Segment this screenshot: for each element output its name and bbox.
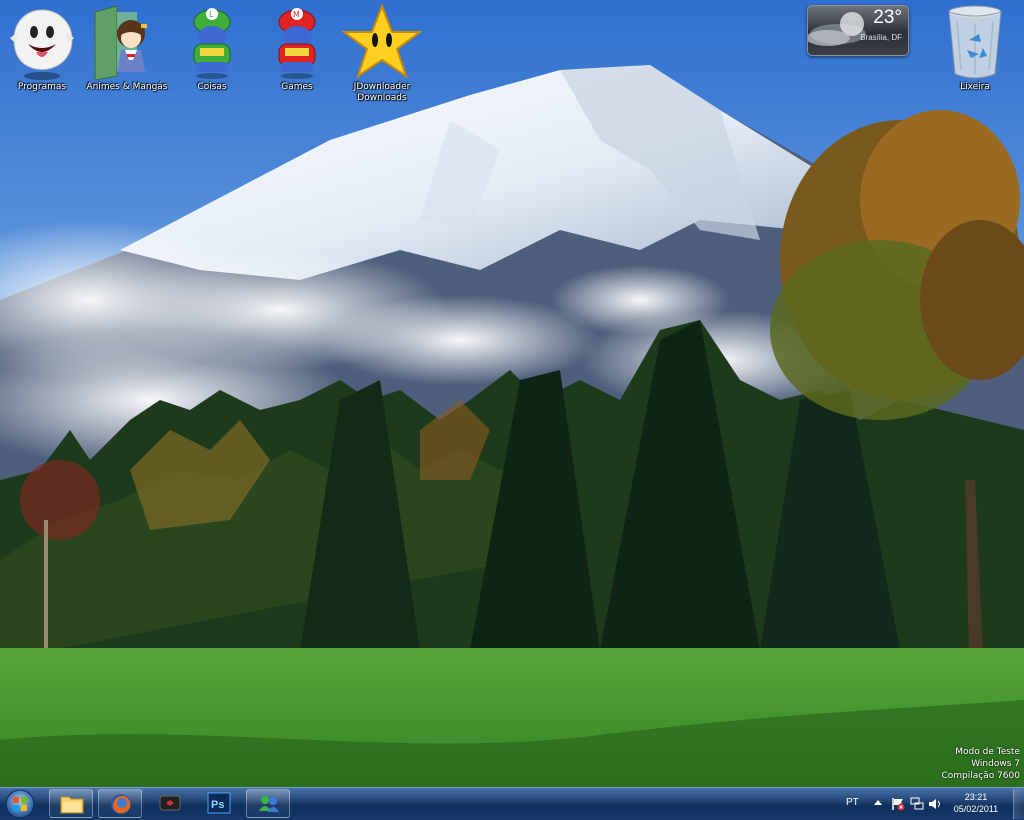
taskbar-button-media-center[interactable] [148, 789, 192, 818]
photoshop-label: Ps [211, 799, 224, 811]
messenger-icon [259, 796, 279, 812]
network-icon[interactable] [910, 797, 924, 811]
test-mode-watermark: Modo de Teste Windows 7 Compilação 7600 [941, 746, 1020, 782]
taskbar: Ps PT 23:21 05/02/2011 [0, 787, 1024, 820]
windows-explorer-icon [60, 796, 84, 814]
desktop-icon-label: Animes & Mangás [86, 82, 168, 92]
star-icon [342, 3, 422, 79]
desktop-icon-lixeira[interactable]: Lixeira [934, 2, 1016, 93]
weather-gadget[interactable]: 23° Brasília, DF [807, 5, 909, 56]
watermark-line: Windows 7 [971, 759, 1020, 769]
photoshop-icon: Ps [207, 792, 231, 814]
volume-icon[interactable] [928, 797, 942, 811]
desktop-icon-label: Lixeira [960, 82, 990, 92]
taskbar-button-explorer[interactable] [49, 789, 93, 818]
svg-text:L: L [209, 10, 214, 19]
anime-folder-icon [94, 5, 147, 81]
desktop-icon-label: Coisas [197, 82, 227, 92]
taskbar-button-messenger[interactable] [246, 789, 290, 818]
show-hidden-icons-icon[interactable] [873, 797, 883, 809]
watermark-line: Modo de Teste [955, 747, 1020, 757]
desktop-wallpaper [0, 0, 1024, 819]
firefox-icon [111, 794, 131, 814]
system-clock[interactable]: 23:21 05/02/2011 [946, 791, 1006, 815]
desktop-icon-programas[interactable]: Programas [1, 2, 83, 93]
desktop-icon-games[interactable]: M Games [256, 2, 338, 93]
recycle-bin-icon [948, 5, 1002, 79]
desktop-icon-label: Programas [17, 82, 67, 92]
desktop-icon-coisas[interactable]: L Coisas [171, 2, 253, 93]
desktop-icon-jdownloader[interactable]: JDownloader Downloads [341, 2, 423, 104]
weather-city: Brasília, DF [860, 33, 902, 42]
language-indicator[interactable]: PT [846, 797, 859, 808]
show-desktop-button[interactable] [1013, 789, 1024, 819]
clock-date: 05/02/2011 [953, 804, 999, 814]
svg-text:M: M [293, 10, 300, 19]
clock-time: 23:21 [964, 792, 988, 802]
taskbar-button-photoshop[interactable]: Ps [197, 789, 241, 818]
taskbar-button-firefox[interactable] [98, 789, 142, 818]
luigi-icon: L [193, 8, 231, 79]
mario-icon: M [278, 8, 316, 79]
desktop-icon-label: JDownloader Downloads [353, 82, 411, 103]
desktop-icon-label: Games [281, 82, 313, 92]
boo-ghost-icon [10, 9, 74, 80]
action-center-flag-icon[interactable] [891, 797, 905, 811]
watermark-line: Compilação 7600 [941, 771, 1020, 781]
weather-moon-icon [808, 12, 866, 46]
media-center-icon [159, 795, 181, 811]
weather-temperature: 23° [873, 7, 902, 28]
start-button[interactable] [3, 789, 37, 819]
desktop-icon-animes-mangas[interactable]: Animes & Mangás [86, 2, 168, 93]
